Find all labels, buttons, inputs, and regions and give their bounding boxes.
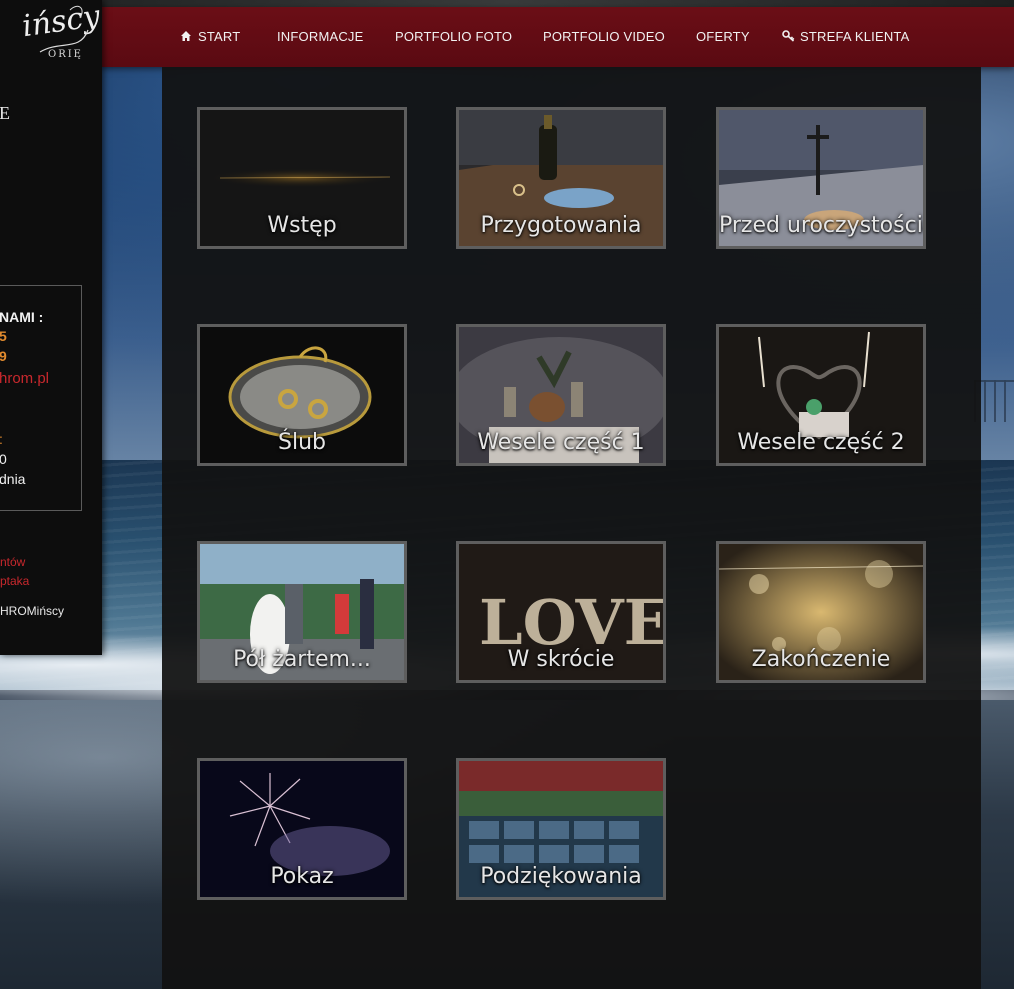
gallery-item-label: Zakończenie [751, 647, 891, 672]
gallery-item-label: Przed uroczystością [719, 213, 926, 238]
nav-start-label: START [198, 29, 241, 44]
key-icon [782, 8, 795, 42]
nav-strefa-klienta-label: STREFA KLIENTA [800, 29, 910, 44]
sidebar-link-2[interactable]: ptaka [0, 574, 29, 588]
top-strip [0, 0, 1014, 7]
logo-flourish-icon [39, 5, 89, 53]
contact-phone-2[interactable]: 9 [0, 348, 7, 364]
gallery-item-label: Pół żartem... [233, 647, 371, 672]
home-icon [180, 8, 192, 41]
gallery-item-wesele-2[interactable]: Wesele część 2 [716, 324, 926, 466]
contact-phone-1[interactable]: 5 [0, 328, 7, 344]
gallery-item-pokaz[interactable]: Pokaz [197, 758, 407, 900]
contact-hours-days: dnia [0, 471, 26, 487]
contact-heading: NAMI : [0, 309, 44, 325]
gallery-item-przygotowania[interactable]: Przygotowania [456, 107, 666, 249]
gallery-item-w-skrocie[interactable]: LOVE W skrócie [456, 541, 666, 683]
site-logo[interactable]: ińscy ORIĘ [0, 0, 102, 70]
left-sidebar: ińscy ORIĘ E NAMI : 5 9 hrom.pl : 0 dnia… [0, 0, 102, 655]
gallery-item-label: W skrócie [507, 647, 615, 672]
nav-oferty[interactable]: OFERTY [696, 7, 750, 67]
gallery-item-podziekowania[interactable]: Podziękowania [456, 758, 666, 900]
nav-portfolio-video-label: PORTFOLIO VIDEO [543, 29, 665, 44]
gallery-item-pol-zartem[interactable]: Pół żartem... [197, 541, 407, 683]
nav-portfolio-foto[interactable]: PORTFOLIO FOTO [395, 7, 512, 67]
contact-email[interactable]: hrom.pl [0, 370, 49, 387]
nav-portfolio-foto-label: PORTFOLIO FOTO [395, 29, 513, 44]
gallery-panel: Wstęp Przygotowania Przed uroczystością [162, 67, 981, 989]
main-navbar: START INFORMACJE PORTFOLIO FOTO PORTFOLI… [100, 7, 1014, 67]
gallery-item-zakonczenie[interactable]: Zakończenie [716, 541, 926, 683]
gallery-item-label: Przygotowania [480, 213, 642, 238]
sidebar-link-1[interactable]: ntów [0, 555, 25, 569]
nav-portfolio-video[interactable]: PORTFOLIO VIDEO [543, 7, 665, 67]
gallery-item-wesele-1[interactable]: Wesele część 1 [456, 324, 666, 466]
contact-box: NAMI : 5 9 hrom.pl : 0 dnia [0, 285, 82, 511]
gallery-item-label: Wesele część 1 [477, 430, 645, 455]
contact-hours-value: 0 [0, 451, 7, 467]
nav-informacje[interactable]: INFORMACJE [277, 7, 364, 67]
gallery-item-label: Ślub [278, 430, 326, 455]
sidebar-heading-fragment: E [0, 103, 10, 123]
gallery-item-label: Podziękowania [480, 864, 642, 889]
nav-strefa-klienta[interactable]: STREFA KLIENTA [782, 7, 909, 67]
nav-informacje-label: INFORMACJE [277, 29, 364, 44]
nav-start[interactable]: START [180, 7, 240, 67]
gallery-item-label: Wstęp [267, 213, 337, 238]
gallery-item-przed-uroczystoscia[interactable]: Przed uroczystością [716, 107, 926, 249]
nav-oferty-label: OFERTY [696, 29, 750, 44]
gallery-item-label: Pokaz [270, 864, 334, 889]
gallery-item-label: Wesele część 2 [737, 430, 905, 455]
gallery-item-wstep[interactable]: Wstęp [197, 107, 407, 249]
sidebar-footer: HROMińscy [0, 604, 65, 618]
contact-hours-label: : [0, 431, 3, 447]
gallery-item-slub[interactable]: Ślub [197, 324, 407, 466]
